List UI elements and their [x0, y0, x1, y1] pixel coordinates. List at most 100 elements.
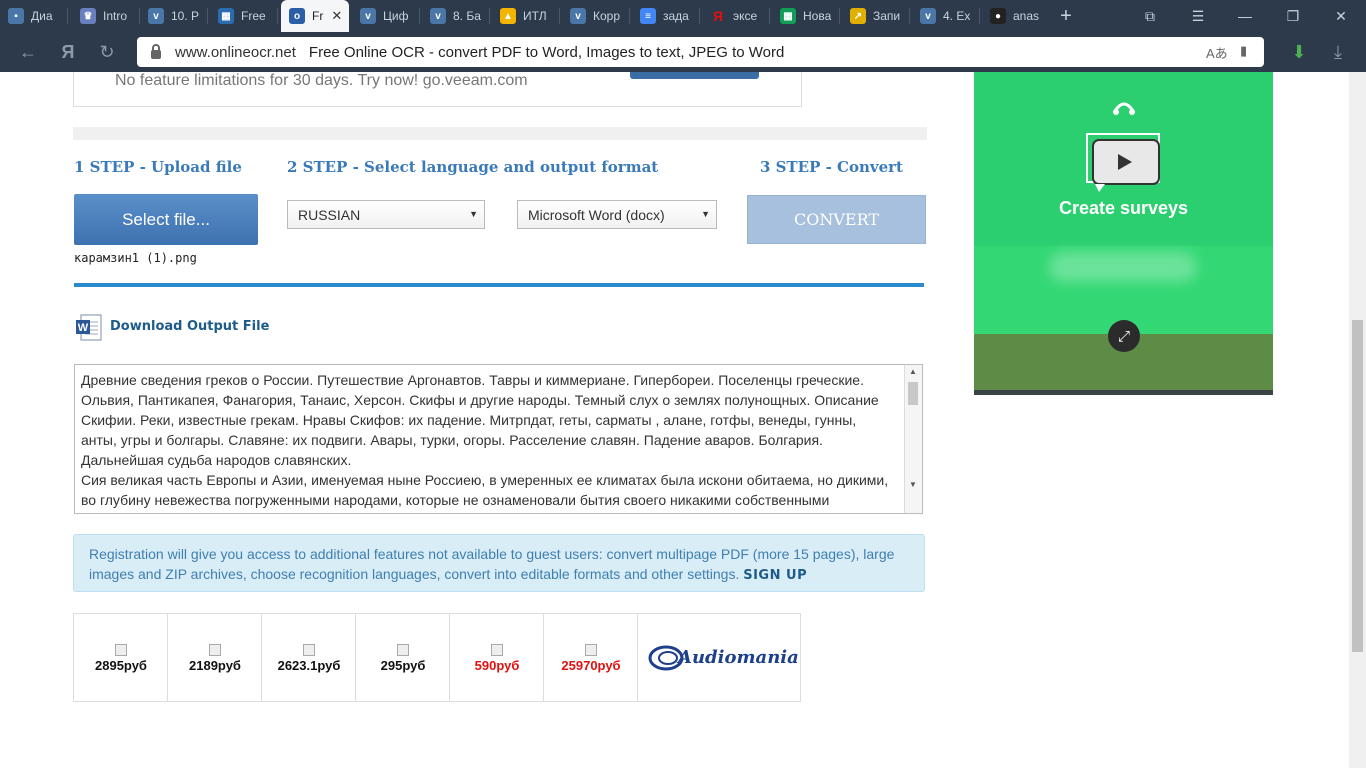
step2-heading: 2 STEP - Select language and output form…: [287, 158, 659, 176]
expand-icon[interactable]: ⤢: [1108, 320, 1140, 352]
yandex-home-icon[interactable]: Я: [52, 36, 84, 68]
scroll-thumb[interactable]: [908, 382, 918, 405]
ad-title: Create surveys: [1058, 198, 1189, 218]
product-item[interactable]: 2623.1руб: [262, 614, 356, 701]
tab-label: Циф: [383, 9, 409, 23]
scroll-down-icon[interactable]: ▼: [909, 480, 917, 489]
survey-ad[interactable]: Create surveys ⤢: [974, 72, 1273, 395]
divider: [73, 127, 927, 140]
docs-icon: ≡: [640, 8, 656, 24]
tab-12[interactable]: ↗ Запи: [842, 0, 910, 32]
crown-icon: ♛: [80, 8, 96, 24]
audiomania-logo-text: Audiomania: [678, 647, 799, 668]
downloads-icon[interactable]: ⤓: [1322, 36, 1354, 68]
promo-button[interactable]: [630, 72, 759, 79]
tab-3[interactable]: ▦ Free: [210, 0, 278, 32]
product-item[interactable]: 2189руб: [168, 614, 262, 701]
tab-2[interactable]: v 10. Р: [140, 0, 208, 32]
textarea-scrollbar[interactable]: ▲ ▼: [904, 365, 922, 513]
tab-label: ИТЛ: [523, 9, 547, 23]
tab-label: Free: [241, 9, 266, 23]
promo-banner[interactable]: No feature limitations for 30 days. Try …: [73, 72, 802, 107]
tab-6[interactable]: v 8. Ба: [422, 0, 490, 32]
format-select[interactable]: Microsoft Word (docx) ▼: [517, 200, 717, 229]
extension-icon[interactable]: ⬇: [1283, 36, 1315, 68]
product-price: 25970руб: [561, 658, 621, 673]
product-item[interactable]: 2895руб: [74, 614, 168, 701]
chat-icon: ▪: [8, 8, 24, 24]
svg-text:W: W: [78, 322, 89, 334]
ocr-result-textarea[interactable]: Древние сведения греков о России. Путеше…: [74, 364, 923, 514]
dropdown-arrow-icon: ▼: [701, 209, 710, 219]
product-ad-strip: 2895руб 2189руб 2623.1руб 295руб 590руб …: [73, 613, 801, 702]
promo-text: No feature limitations for 30 days. Try …: [115, 72, 528, 89]
tab-label: Fr: [312, 9, 324, 23]
tab-0[interactable]: ▪ Диа: [0, 0, 68, 32]
tab-11[interactable]: ▦ Нова: [772, 0, 840, 32]
tab-7[interactable]: ▲ ИТЛ: [492, 0, 560, 32]
tab-bar: ▪ Диа ♛ Intro v 10. Р ▦ Free o Fr ✕ v Циф v 8. Б…: [0, 0, 1366, 32]
signup-link[interactable]: SIGN UP: [743, 568, 807, 583]
ad-blurred-button[interactable]: [1049, 252, 1197, 282]
close-icon[interactable]: ✕: [331, 8, 342, 24]
onlineocr-icon: o: [289, 8, 305, 24]
yandex-icon: Я: [712, 8, 724, 24]
progress-bar: [74, 283, 924, 287]
audiomania-logo[interactable]: Audiomania: [638, 614, 800, 701]
broken-image-icon: [491, 644, 503, 656]
format-select-value: Microsoft Word (docx): [528, 206, 665, 223]
tab-9[interactable]: ≡ зада: [632, 0, 700, 32]
back-arrow-icon[interactable]: ←: [12, 36, 44, 68]
tab-5[interactable]: v Циф: [352, 0, 420, 32]
ocr-result-text: Древние сведения греков о России. Путеше…: [81, 372, 889, 508]
convert-button[interactable]: CONVERT: [747, 195, 926, 244]
address-bar[interactable]: www.onlineocr.net Free Online OCR - conv…: [137, 37, 1264, 67]
drive-icon: ▲: [500, 8, 516, 24]
sheets-icon: ▦: [780, 8, 796, 24]
broken-image-icon: [303, 644, 315, 656]
select-file-button[interactable]: Select file...: [74, 194, 258, 245]
broken-image-icon: [397, 644, 409, 656]
step3-heading: 3 STEP - Convert: [760, 158, 903, 176]
tab-label: эксе: [733, 9, 758, 23]
page-scrollbar[interactable]: [1349, 72, 1366, 768]
product-item[interactable]: 590руб: [450, 614, 544, 701]
reload-icon[interactable]: ↻: [91, 36, 123, 68]
tab-14[interactable]: ● anas: [982, 0, 1050, 32]
address-page-title: Free Online OCR - convert PDF to Word, I…: [308, 43, 785, 61]
restore-icon[interactable]: ❐: [1270, 0, 1316, 32]
surveymonkey-logo-icon: [1113, 102, 1135, 115]
product-item[interactable]: 25970руб: [544, 614, 638, 701]
tab-13[interactable]: v 4. Ex: [912, 0, 980, 32]
tab-10[interactable]: Яэксе: [702, 0, 770, 32]
language-select[interactable]: RUSSIAN ▼: [287, 200, 485, 229]
minimize-icon[interactable]: —: [1222, 0, 1268, 32]
tab-label: 8. Ба: [453, 9, 481, 23]
translate-icon[interactable]: Aあ: [1206, 43, 1228, 62]
product-price: 2623.1руб: [277, 658, 341, 673]
product-price: 590руб: [474, 658, 520, 673]
tab-label: Диа: [31, 9, 53, 23]
ad-bottom-border: [974, 390, 1273, 395]
tab-label: Корр: [593, 9, 621, 23]
dropdown-arrow-icon: ▼: [469, 209, 478, 219]
product-item[interactable]: 295руб: [356, 614, 450, 701]
window-close-icon[interactable]: ✕: [1318, 0, 1364, 32]
tab-label: 10. Р: [171, 9, 200, 23]
new-tab-button[interactable]: +: [1043, 0, 1089, 32]
bookmarks-panel-icon[interactable]: ⧉: [1127, 0, 1173, 32]
scroll-up-icon[interactable]: ▲: [909, 367, 917, 376]
download-output-link[interactable]: Download Output File: [110, 319, 269, 334]
address-domain: www.onlineocr.net: [175, 43, 296, 61]
tab-4-active[interactable]: o Fr ✕: [281, 0, 349, 32]
page-scroll-thumb[interactable]: [1352, 320, 1363, 652]
bookmark-icon[interactable]: ▮: [1240, 43, 1247, 59]
product-price: 2895руб: [95, 658, 147, 673]
vk-icon: v: [430, 8, 446, 24]
vk-icon: v: [920, 8, 936, 24]
tab-8[interactable]: v Корр: [562, 0, 630, 32]
menu-icon[interactable]: ☰: [1175, 0, 1221, 32]
chart-icon: ↗: [850, 8, 866, 24]
tab-1[interactable]: ♛ Intro: [72, 0, 140, 32]
vk-icon: v: [570, 8, 586, 24]
